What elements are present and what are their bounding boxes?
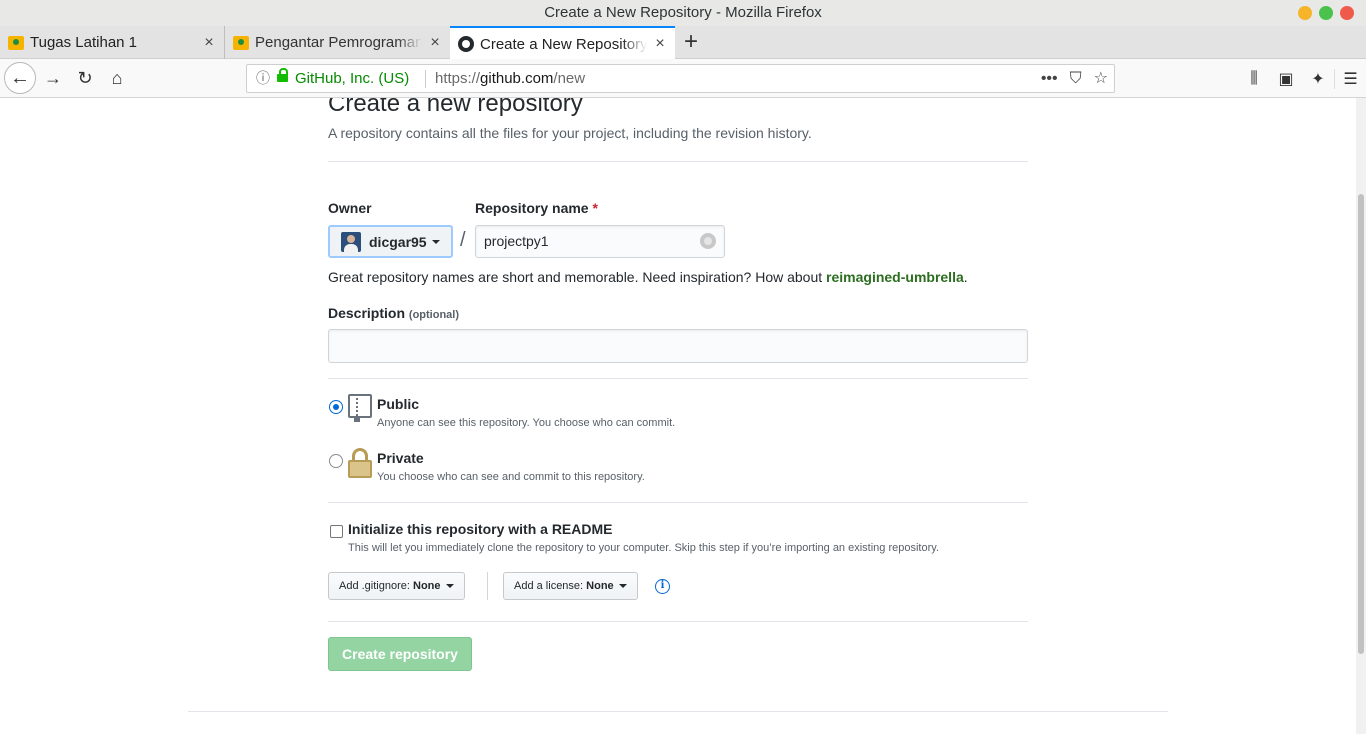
tab-title: Tugas Latihan 1 — [30, 34, 138, 51]
lock-icon — [348, 448, 372, 480]
private-note: You choose who can see and commit to thi… — [377, 471, 645, 483]
pocket-icon[interactable]: ⛉ — [1070, 65, 1082, 92]
navigation-bar: ← → ↻ ⌂ ⓘ GitHub, Inc. (US) https://gith… — [0, 59, 1366, 98]
init-readme-checkbox[interactable] — [330, 525, 343, 538]
description-input[interactable] — [328, 329, 1028, 363]
site-identity[interactable]: GitHub, Inc. (US) — [295, 65, 409, 92]
tab-title: Pengantar Pemrograman — [255, 34, 422, 51]
tab-tugas-latihan[interactable]: Tugas Latihan 1 × — [0, 26, 225, 59]
page-content: Create a new repository A repository con… — [0, 98, 1356, 734]
tab-close-icon[interactable]: × — [428, 34, 442, 52]
hamburger-menu-icon[interactable]: ☰ — [1334, 68, 1366, 89]
owner-label: Owner — [328, 200, 372, 216]
owner-repo-separator: / — [460, 229, 466, 251]
page-scrollbar[interactable] — [1356, 98, 1366, 734]
page-title: Create a new repository — [328, 98, 583, 117]
tab-pengantar[interactable]: Pengantar Pemrograman × — [225, 26, 450, 59]
gitignore-label: Add .gitignore: — [339, 580, 410, 592]
page-actions-icon[interactable]: ••• — [1041, 65, 1058, 92]
tab-create-repository[interactable]: Create a New Repository × — [450, 26, 675, 60]
repo-name-label: Repository name * — [475, 200, 598, 216]
extension-icon[interactable]: ✦ — [1302, 69, 1334, 89]
scrollbar-thumb[interactable] — [1358, 194, 1364, 654]
classroom-icon — [8, 35, 24, 50]
public-note: Anyone can see this repository. You choo… — [377, 417, 676, 429]
license-label: Add a license: — [514, 580, 584, 592]
url-host: github.com — [480, 70, 554, 87]
bookmark-star-icon[interactable]: ☆ — [1094, 65, 1108, 92]
divider — [328, 161, 1028, 162]
repo-name-label-text: Repository name — [475, 200, 589, 216]
license-value: None — [586, 580, 614, 592]
lock-icon — [277, 68, 288, 84]
required-mark: * — [592, 200, 598, 216]
description-label: Description (optional) — [328, 305, 459, 321]
reload-button[interactable]: ↻ — [73, 66, 97, 90]
divider — [328, 621, 1028, 622]
forward-button[interactable]: → — [41, 66, 65, 90]
private-radio[interactable] — [329, 454, 343, 468]
footer-divider — [188, 711, 1168, 712]
repo-name-hint: Great repository names are short and mem… — [328, 269, 968, 285]
avatar — [341, 231, 361, 252]
owner-select-button[interactable]: dicgar95 — [328, 225, 453, 258]
hint-text: Great repository names are short and mem… — [328, 269, 827, 285]
init-readme-note: This will let you immediately clone the … — [348, 542, 939, 554]
gitignore-select-button[interactable]: Add .gitignore: None — [328, 572, 465, 600]
optional-tag: (optional) — [408, 309, 460, 321]
window-title: Create a New Repository - Mozilla Firefo… — [544, 4, 822, 21]
caret-down-icon — [431, 239, 440, 244]
url-divider — [425, 70, 426, 88]
caret-down-icon — [445, 584, 454, 589]
url-text[interactable]: https://github.com/new — [435, 65, 585, 92]
maximize-button[interactable] — [1319, 6, 1333, 20]
password-manager-icon[interactable] — [700, 233, 716, 249]
init-readme-label: Initialize this repository with a README — [348, 521, 613, 537]
close-window-button[interactable] — [1340, 6, 1354, 20]
github-icon — [458, 36, 474, 52]
site-info-icon[interactable]: ⓘ — [256, 65, 270, 92]
tab-close-icon[interactable]: × — [653, 35, 667, 53]
home-button[interactable]: ⌂ — [105, 66, 129, 90]
back-button[interactable]: ← — [4, 62, 36, 94]
license-info-icon[interactable]: i — [655, 579, 670, 594]
public-title: Public — [377, 396, 420, 412]
window-controls — [1298, 6, 1354, 20]
classroom-icon — [233, 35, 249, 50]
select-divider — [487, 572, 488, 600]
tab-close-icon[interactable]: × — [202, 34, 216, 52]
owner-name: dicgar95 — [369, 233, 427, 250]
hint-end: . — [963, 269, 968, 285]
url-actions: ••• ⛉ ☆ — [1041, 65, 1108, 92]
new-tab-button[interactable]: + — [680, 26, 702, 59]
url-path: /new — [553, 70, 586, 87]
tab-title: Create a New Repository — [480, 35, 647, 53]
description-label-text: Description — [328, 305, 406, 321]
divider — [328, 378, 1028, 379]
repository-name-value: projectpy1 — [484, 233, 549, 249]
repository-name-input[interactable]: projectpy1 — [475, 225, 725, 258]
page-subtitle: A repository contains all the files for … — [328, 125, 812, 141]
url-scheme: https:// — [435, 70, 481, 87]
divider — [328, 502, 1028, 503]
toolbar-icons: ⫼ ▣ ✦ ☰ — [1238, 59, 1366, 98]
name-suggestion-link[interactable]: reimagined-umbrella — [826, 269, 964, 285]
minimize-button[interactable] — [1298, 6, 1312, 20]
public-radio[interactable] — [329, 400, 343, 414]
library-icon[interactable]: ⫼ — [1238, 70, 1270, 88]
repo-book-icon — [348, 394, 372, 424]
url-bar[interactable]: ⓘ GitHub, Inc. (US) https://github.com/n… — [246, 64, 1115, 93]
gitignore-value: None — [413, 580, 441, 592]
create-repository-button[interactable]: Create repository — [328, 637, 472, 671]
window-titlebar: Create a New Repository - Mozilla Firefo… — [0, 0, 1366, 26]
caret-down-icon — [618, 584, 627, 589]
license-select-button[interactable]: Add a license: None — [503, 572, 638, 600]
private-title: Private — [377, 450, 424, 466]
sidebar-icon[interactable]: ▣ — [1270, 69, 1302, 89]
